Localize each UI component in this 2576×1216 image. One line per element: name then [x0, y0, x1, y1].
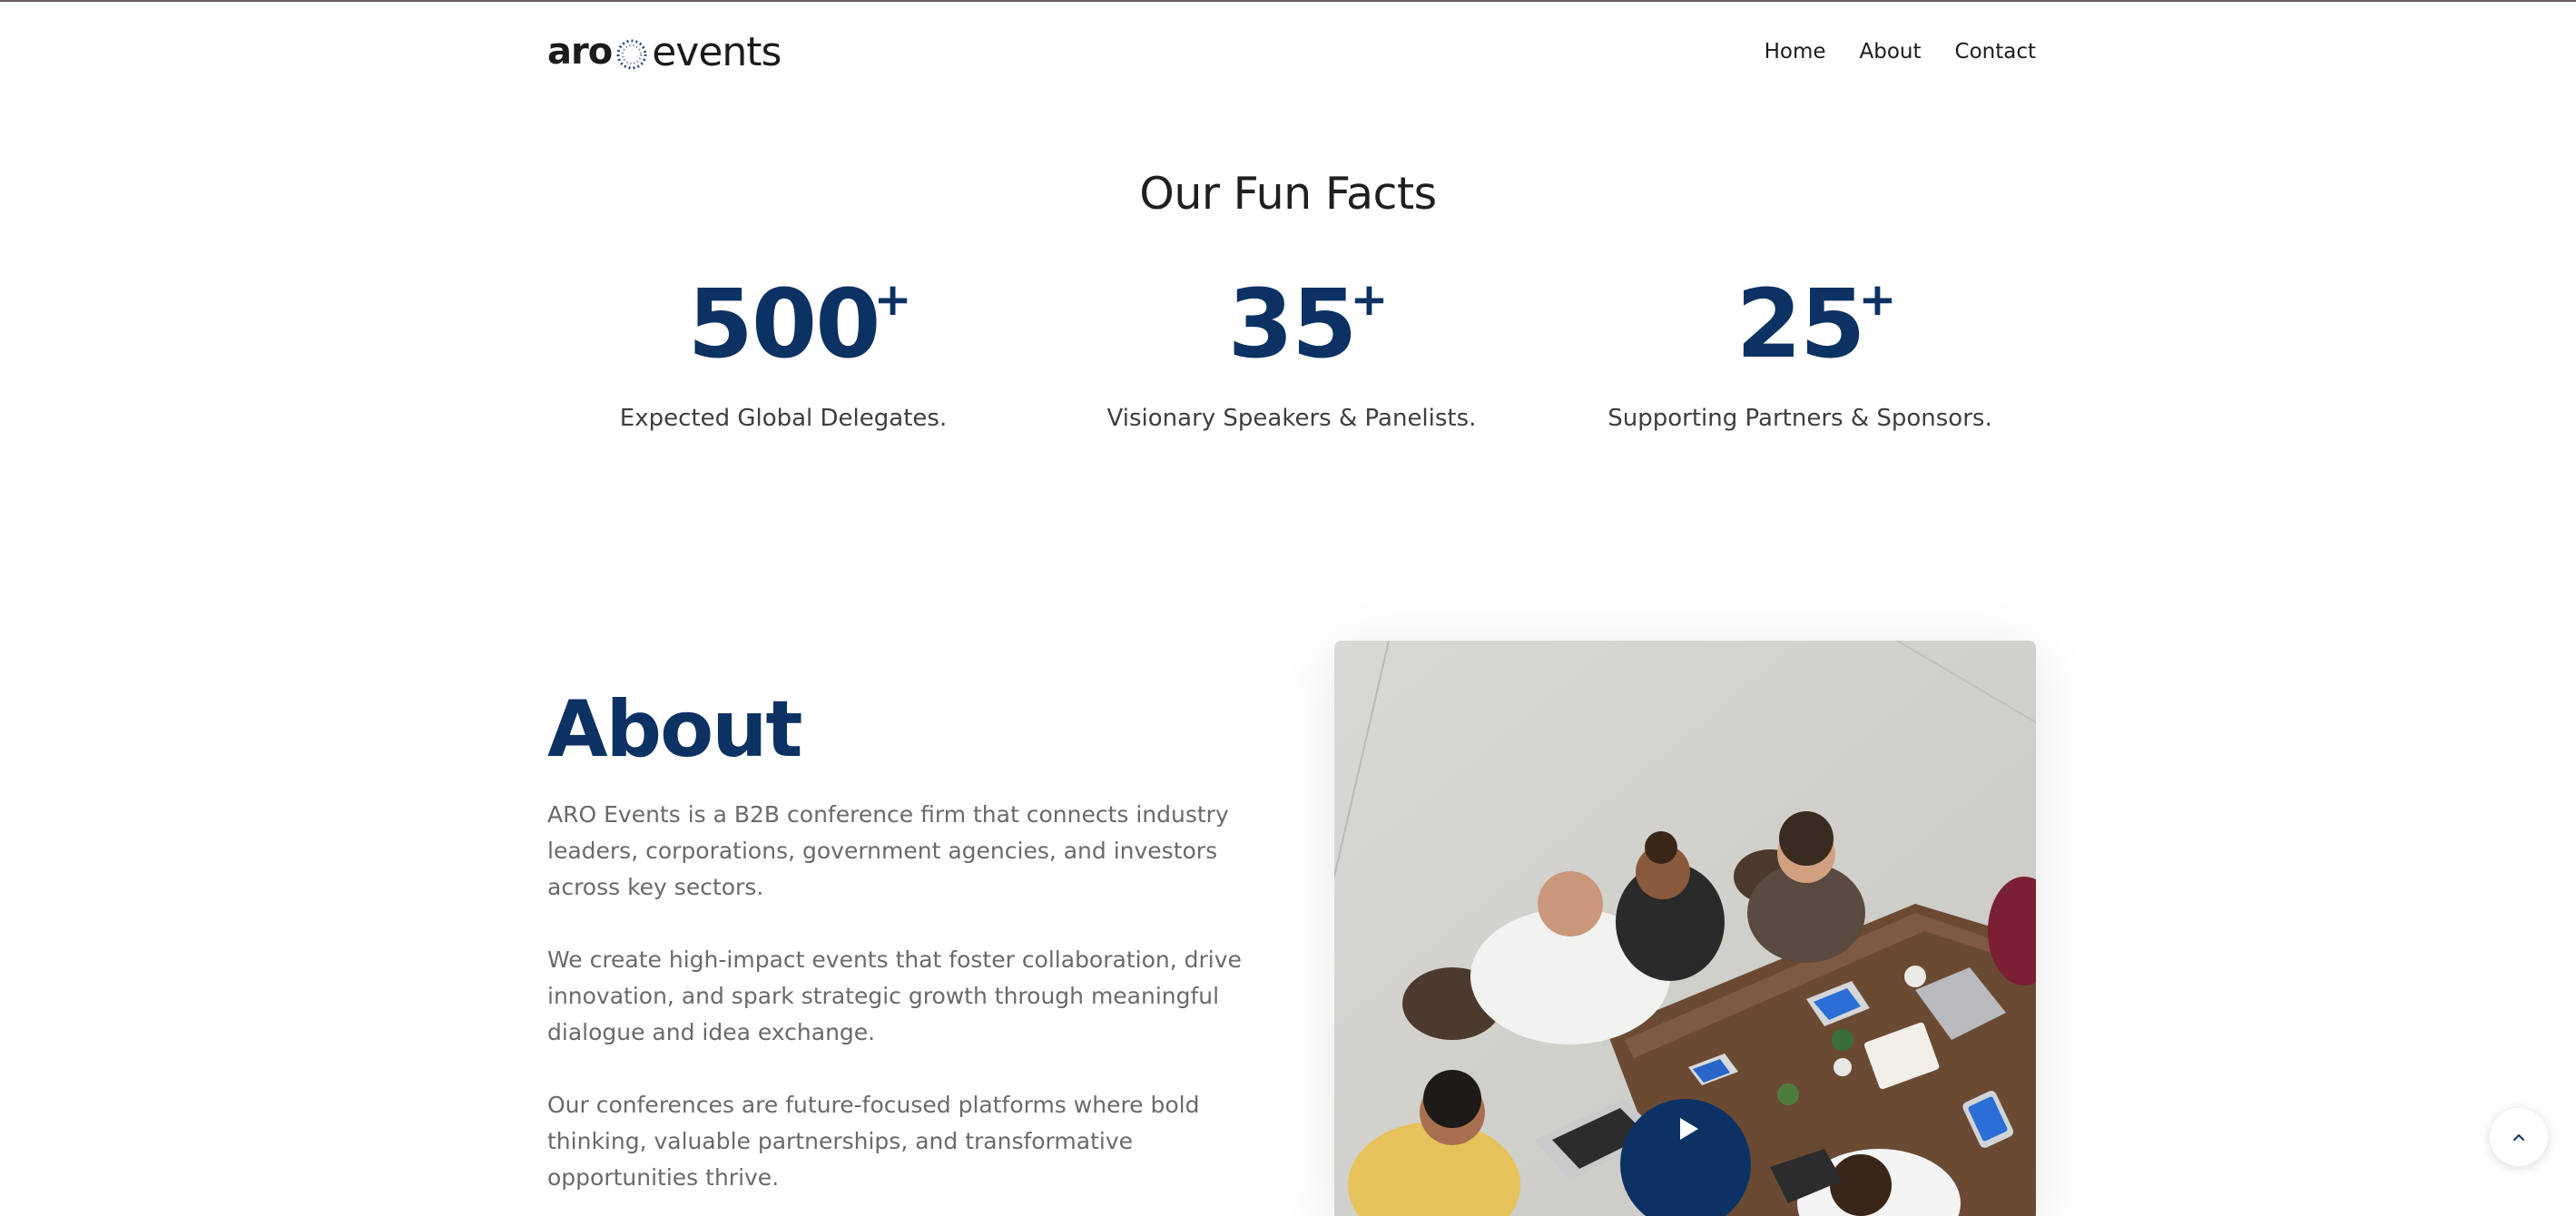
fact-number-wrap: 35 +	[1227, 269, 1389, 379]
scroll-to-top-button[interactable]	[2490, 1108, 2548, 1166]
fact-suffix: +	[873, 273, 912, 326]
site-header: aro events Home About Contact	[547, 22, 2036, 82]
about-paragraph: ARO Events is a B2B conference firm that…	[547, 801, 1229, 900]
logo[interactable]: aro events	[547, 22, 782, 82]
logo-text-aro: aro	[547, 31, 613, 73]
facts-row: 500 + Expected Global Delegates. 35 + Visi…	[547, 270, 2036, 435]
fact-item: 35 + Visionary Speakers & Panelists.	[1056, 270, 1528, 435]
fact-number-wrap: 25 +	[1735, 269, 1897, 379]
fact-item: 25 + Supporting Partners & Sponsors.	[1564, 270, 2036, 435]
main-nav: Home About Contact	[1731, 40, 2036, 64]
logo-text-events: events	[652, 28, 782, 75]
fact-label: Visionary Speakers & Panelists.	[1106, 405, 1477, 432]
about-section: About ARO Events is a B2B conference fir…	[547, 684, 1255, 1196]
fact-number-wrap: 500 +	[687, 269, 911, 379]
nav-contact-link[interactable]: Contact	[1955, 40, 2036, 64]
fact-item: 500 + Expected Global Delegates.	[547, 270, 1019, 435]
fact-number: 35	[1227, 269, 1358, 379]
about-paragraph: Our conferences are future-focused platf…	[547, 1092, 1200, 1191]
fact-suffix: +	[1858, 273, 1896, 326]
facts-title: Our Fun Facts	[1139, 168, 1437, 220]
nav-home-link[interactable]: Home	[1765, 40, 1826, 64]
play-icon	[1680, 1118, 1698, 1140]
nav-about-link[interactable]: About	[1860, 40, 1922, 64]
about-title: About	[547, 684, 803, 775]
fact-number: 25	[1735, 269, 1866, 379]
about-paragraph: We create high-impact events that foster…	[547, 946, 1242, 1045]
fact-label: Expected Global Delegates.	[619, 405, 948, 432]
chevron-up-icon	[2513, 1134, 2524, 1141]
dotted-ring-icon	[616, 39, 647, 70]
fact-suffix: +	[1350, 273, 1388, 326]
fact-number: 500	[687, 269, 880, 379]
fact-label: Supporting Partners & Sponsors.	[1608, 405, 1992, 432]
